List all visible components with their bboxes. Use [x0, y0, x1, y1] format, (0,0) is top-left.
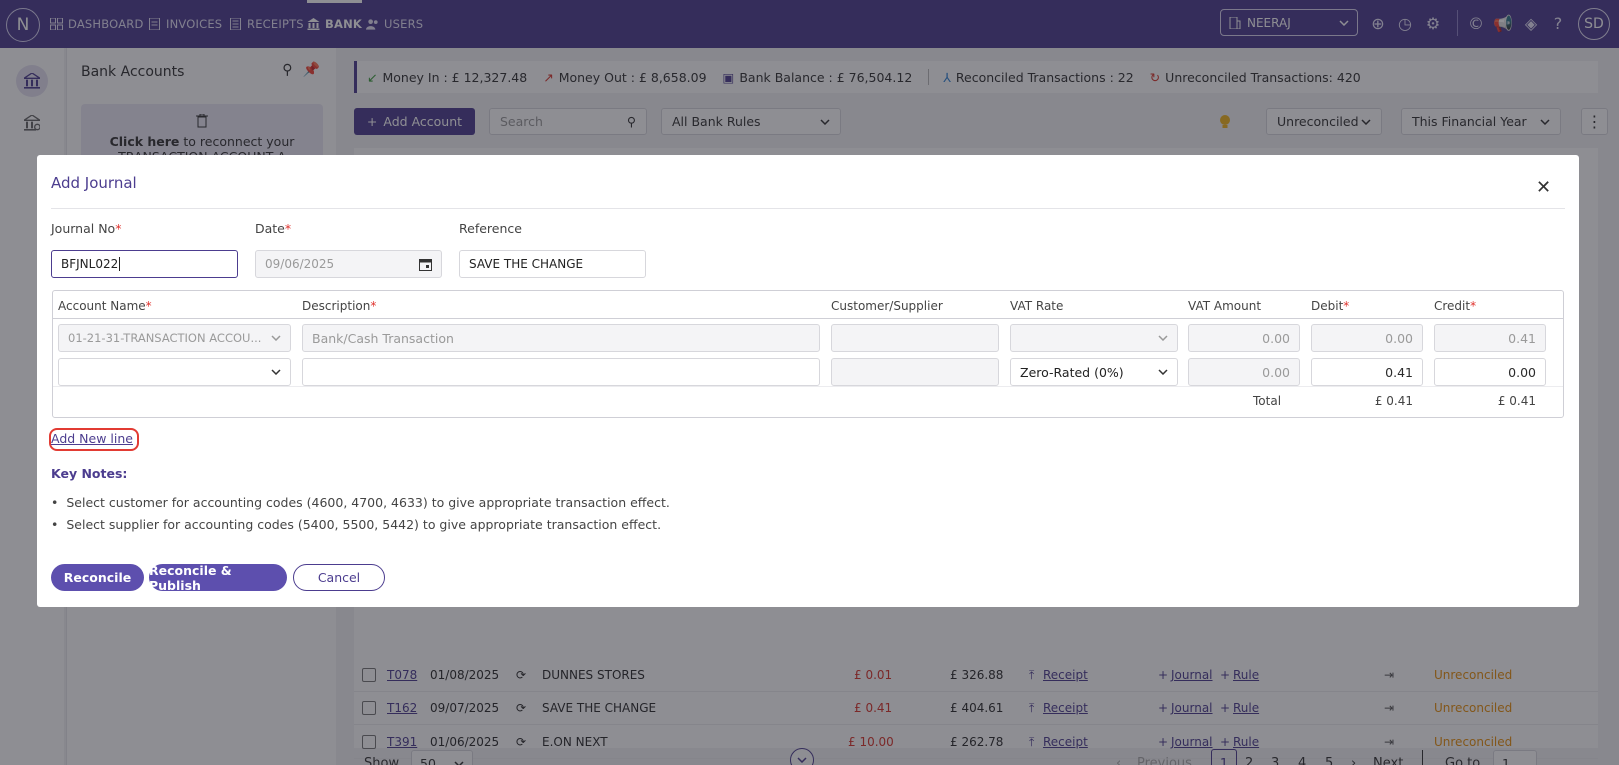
vat-rate-select[interactable]: Zero-Rated (0%): [1010, 358, 1178, 386]
cancel-button[interactable]: Cancel: [293, 564, 385, 591]
date-value: 09/06/2025: [265, 257, 335, 271]
credit-input[interactable]: 0.41: [1434, 324, 1546, 352]
col-description-label: Description: [302, 299, 371, 313]
reference-label: Reference: [459, 221, 522, 236]
debit-input[interactable]: 0.41: [1311, 358, 1423, 386]
key-note: • Select customer for accounting codes (4…: [51, 495, 670, 510]
col-debit-label: Debit: [1311, 299, 1344, 313]
customer-supplier-input[interactable]: [831, 358, 999, 386]
reference-input[interactable]: SAVE THE CHANGE: [459, 250, 646, 278]
divider: [53, 386, 1563, 387]
add-new-line-link[interactable]: Add New line: [51, 431, 133, 446]
key-note: • Select supplier for accounting codes (5…: [51, 517, 662, 532]
reconcile-publish-button[interactable]: Reconcile & Publish: [149, 563, 287, 593]
chevron-down-icon: [271, 369, 281, 375]
date-input[interactable]: 09/06/2025: [255, 250, 442, 278]
vat-rate-select[interactable]: [1010, 324, 1178, 352]
vat-rate-value: Zero-Rated (0%): [1020, 364, 1124, 380]
col-account: Account Name*: [58, 299, 152, 313]
col-credit-label: Credit: [1434, 299, 1471, 313]
add-journal-modal: Add Journal ✕ Journal No* Date* Referenc…: [37, 155, 1579, 607]
col-description: Description*: [302, 299, 377, 313]
key-notes-title: Key Notes:: [51, 466, 128, 481]
chevron-down-icon: [1158, 369, 1168, 375]
chevron-down-icon: [1158, 335, 1168, 341]
modal-title: Add Journal: [51, 174, 137, 192]
col-debit: Debit*: [1311, 299, 1350, 313]
journal-no-value: BFJNL022: [61, 257, 119, 271]
key-note-text: Select supplier for accounting codes (54…: [66, 517, 662, 532]
date-label: Date*: [255, 221, 292, 236]
total-debit: £ 0.41: [1374, 394, 1413, 408]
total-credit: £ 0.41: [1497, 394, 1536, 408]
date-label-text: Date: [255, 221, 285, 236]
account-value: 01-21-31-TRANSACTION ACCOU...: [68, 331, 262, 345]
journal-lines-table: Account Name* Description* Customer/Supp…: [52, 290, 1564, 418]
col-customer: Customer/Supplier: [831, 299, 943, 313]
vat-amount-input[interactable]: 0.00: [1188, 358, 1300, 386]
journal-no-label: Journal No*: [51, 221, 122, 236]
account-select[interactable]: 01-21-31-TRANSACTION ACCOU...: [58, 324, 291, 352]
chevron-down-icon: [271, 335, 281, 341]
calendar-icon[interactable]: [419, 258, 432, 271]
divider: [51, 208, 1565, 209]
close-icon[interactable]: ✕: [1536, 179, 1551, 197]
customer-supplier-input[interactable]: [831, 324, 999, 352]
reconcile-button[interactable]: Reconcile: [51, 564, 144, 591]
account-select[interactable]: [58, 358, 291, 386]
description-input[interactable]: [302, 358, 820, 386]
debit-input[interactable]: 0.00: [1311, 324, 1423, 352]
vat-amount-input[interactable]: 0.00: [1188, 324, 1300, 352]
col-account-label: Account Name: [58, 299, 146, 313]
journal-no-label-text: Journal No: [51, 221, 116, 236]
col-vat-rate: VAT Rate: [1010, 299, 1064, 313]
description-input[interactable]: Bank/Cash Transaction: [302, 324, 820, 352]
col-credit: Credit*: [1434, 299, 1477, 313]
divider: [53, 318, 1563, 319]
col-vat-amount: VAT Amount: [1188, 299, 1262, 313]
journal-no-input[interactable]: BFJNL022: [51, 250, 238, 278]
total-label: Total: [1253, 394, 1282, 408]
credit-input[interactable]: 0.00: [1434, 358, 1546, 386]
key-note-text: Select customer for accounting codes (46…: [66, 495, 670, 510]
